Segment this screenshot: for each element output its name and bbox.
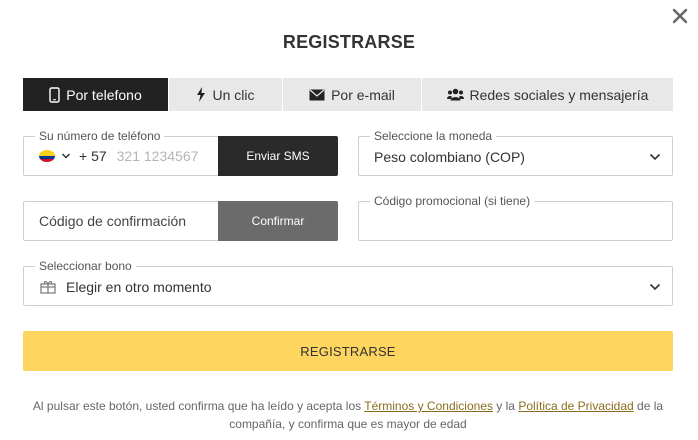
tab-label: Redes sociales y mensajería: [469, 86, 649, 103]
users-icon: [446, 88, 464, 101]
envelope-icon: [309, 89, 325, 101]
phone-input[interactable]: [116, 148, 207, 164]
close-icon[interactable]: [670, 6, 690, 26]
chevron-down-icon[interactable]: [61, 151, 71, 161]
promo-code-input[interactable]: [374, 214, 659, 230]
tab-email[interactable]: Por e-mail: [283, 78, 422, 111]
chevron-down-icon: [649, 153, 661, 161]
register-button[interactable]: REGISTRARSE: [23, 331, 673, 371]
tab-label: Por telefono: [66, 86, 142, 103]
phone-label: Su número de teléfono: [35, 129, 165, 143]
bonus-select[interactable]: Seleccionar bono Elegir en otro momento: [23, 259, 673, 306]
chevron-down-icon: [649, 283, 661, 291]
legal-text: y la: [492, 399, 519, 413]
bonus-value: Elegir en otro momento: [66, 279, 212, 295]
phone-icon: [49, 86, 60, 103]
registration-tabs: Por telefono Un clic Por e-mail Redes so…: [23, 78, 673, 111]
privacy-link[interactable]: Política de Privacidad: [518, 399, 633, 413]
terms-link[interactable]: Términos y Condiciones: [364, 399, 493, 413]
modal-title: REGISTRARSE: [282, 32, 416, 52]
currency-select[interactable]: Seleccione la moneda Peso colombiano (CO…: [358, 129, 673, 176]
bonus-label: Seleccionar bono: [35, 259, 136, 273]
country-prefix: + 57: [79, 148, 107, 164]
promo-code-field: Código promocional (si tiene): [358, 194, 673, 241]
currency-value: Peso colombiano (COP): [374, 149, 525, 165]
gift-icon: [40, 281, 56, 294]
tab-phone[interactable]: Por telefono: [23, 78, 169, 111]
currency-label: Seleccione la moneda: [370, 129, 497, 143]
tab-label: Por e-mail: [331, 86, 395, 103]
confirmation-code-input[interactable]: [39, 213, 214, 229]
legal-text: Al pulsar este botón, usted confirma que…: [32, 399, 365, 413]
send-sms-button[interactable]: Enviar SMS: [218, 136, 338, 176]
confirm-button[interactable]: Confirmar: [218, 201, 338, 241]
phone-field: Su número de teléfono + 57 Enviar SMS: [23, 129, 338, 176]
confirmation-code-field: Confirmar: [23, 201, 338, 241]
tab-social[interactable]: Redes sociales y mensajería: [422, 78, 673, 111]
legal-notice: Al pulsar este botón, usted confirma que…: [23, 397, 673, 433]
promo-label: Código promocional (si tiene): [370, 194, 535, 208]
tab-one-click[interactable]: Un clic: [169, 78, 283, 111]
tab-label: Un clic: [212, 86, 255, 103]
colombia-flag-icon[interactable]: [39, 150, 55, 162]
lightning-icon: [196, 87, 206, 102]
